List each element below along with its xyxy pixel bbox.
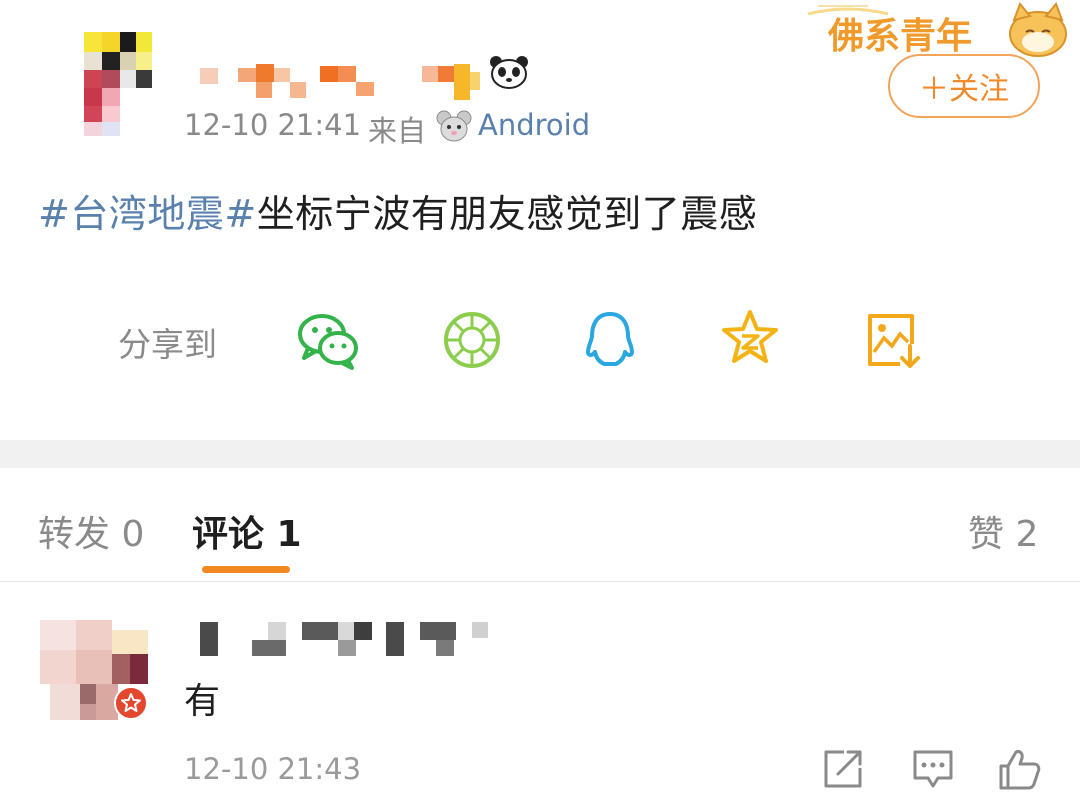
post-source-prefix: 来自 bbox=[368, 114, 427, 148]
post-body-text: 坐标宁波有朋友感觉到了震感 bbox=[256, 192, 758, 236]
author-name[interactable] bbox=[200, 62, 490, 102]
svg-text:佛系青年: 佛系青年 bbox=[827, 16, 972, 57]
tab-divider bbox=[0, 581, 1080, 582]
tab-repost[interactable]: 转发 0 bbox=[38, 505, 144, 557]
like-icon[interactable] bbox=[996, 746, 1042, 792]
comment-text: 有 bbox=[184, 681, 221, 722]
active-tab-indicator bbox=[202, 566, 290, 573]
post-timestamp: 12-10 21:41 bbox=[184, 108, 362, 142]
mouse-icon bbox=[436, 108, 472, 144]
verified-badge bbox=[114, 686, 148, 720]
follow-button[interactable]: ＋关注 bbox=[888, 54, 1040, 118]
moments-icon[interactable] bbox=[440, 308, 504, 372]
tab-likes[interactable]: 赞 2 bbox=[968, 505, 1038, 557]
qq-icon[interactable] bbox=[578, 308, 642, 372]
save-image-icon[interactable] bbox=[860, 308, 924, 372]
comment-timestamp: 12-10 21:43 bbox=[184, 752, 362, 786]
qzone-icon[interactable] bbox=[718, 306, 782, 370]
tab-comments[interactable]: 评论 1 bbox=[192, 505, 302, 557]
fo-xi-qing-nian-badge: 佛系青年 bbox=[807, 0, 1080, 62]
panda-icon bbox=[488, 54, 530, 90]
post-source-device[interactable]: Android bbox=[478, 108, 590, 142]
commenter-name[interactable] bbox=[200, 620, 500, 660]
author-avatar[interactable] bbox=[84, 22, 154, 138]
topic-hashtag[interactable]: #台湾地震# bbox=[38, 192, 257, 236]
post-content: #台湾地震#坐标宁波有朋友感觉到了震感 bbox=[38, 183, 757, 238]
wechat-icon[interactable] bbox=[296, 308, 360, 372]
repost-icon[interactable] bbox=[820, 746, 866, 792]
section-divider bbox=[0, 440, 1080, 468]
reply-icon[interactable] bbox=[910, 746, 956, 792]
share-label: 分享到 bbox=[118, 325, 217, 364]
